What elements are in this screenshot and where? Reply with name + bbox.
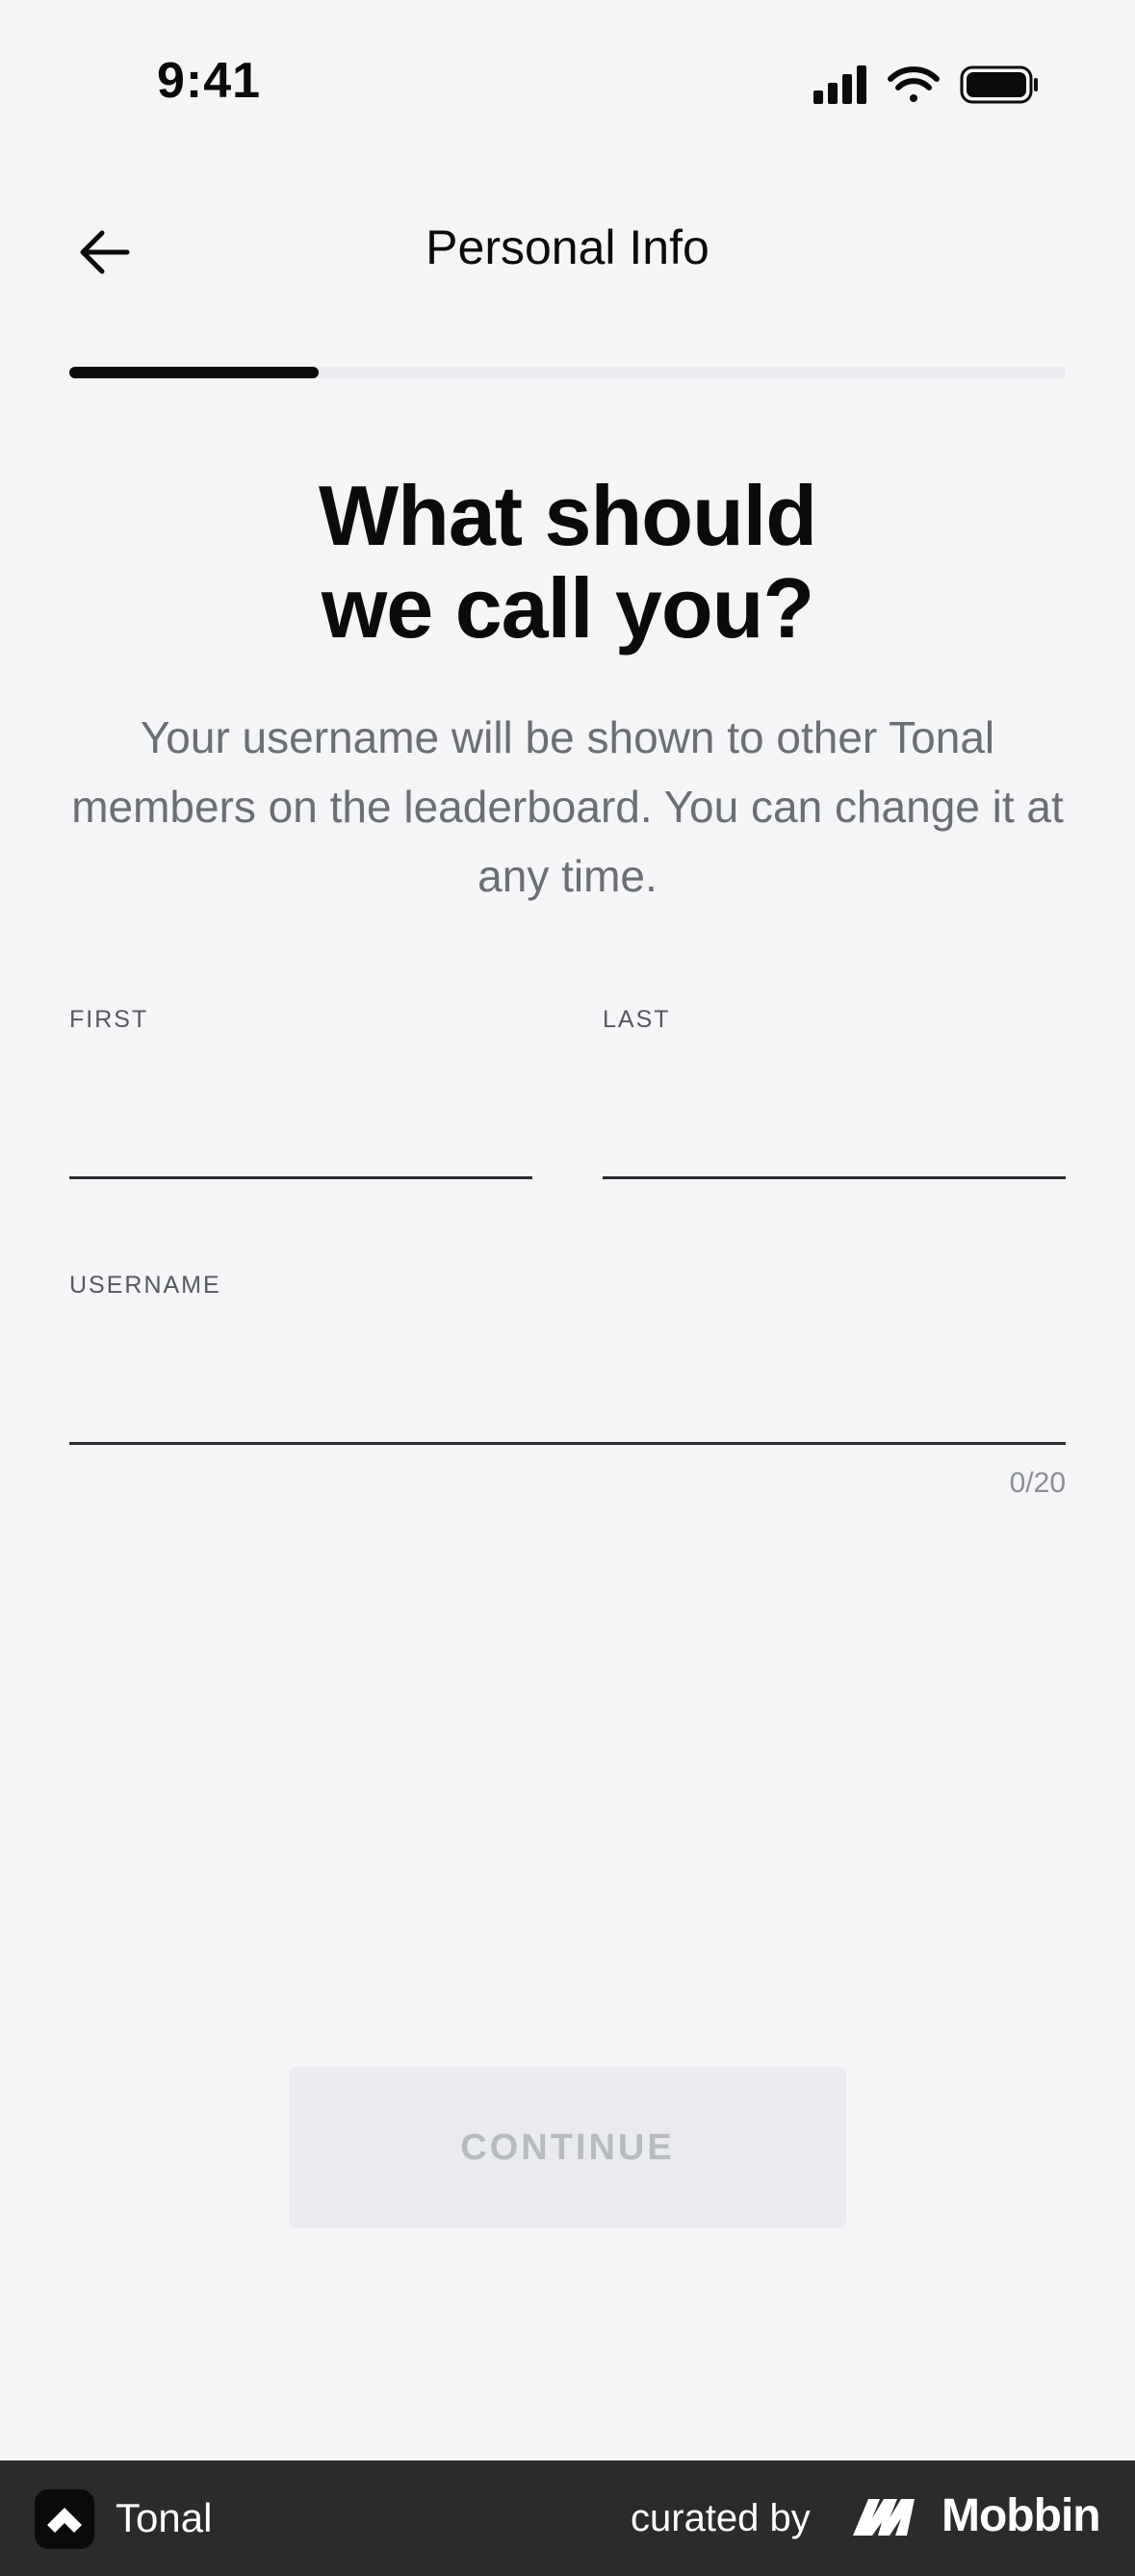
mobbin-brand-name: Mobbin xyxy=(942,2490,1101,2541)
first-name-input[interactable] xyxy=(69,1078,531,1165)
first-name-label: FIRST xyxy=(69,1006,149,1033)
last-name-input[interactable] xyxy=(603,1078,1065,1165)
status-time: 9:41 xyxy=(157,53,262,109)
app-name: Tonal xyxy=(116,2495,213,2540)
signal-icon xyxy=(813,65,866,104)
heading-line-1: What should xyxy=(319,468,817,563)
battery-icon xyxy=(960,65,1038,104)
continue-button[interactable]: CONTINUE xyxy=(289,2067,846,2228)
tonal-logo-icon xyxy=(35,2489,94,2549)
progress-fill xyxy=(69,367,319,378)
heading-line-2: we call you? xyxy=(321,560,814,656)
last-name-underline xyxy=(603,1176,1066,1179)
username-input[interactable] xyxy=(69,1344,1066,1430)
progress-bar xyxy=(69,367,1066,378)
wifi-icon xyxy=(888,66,940,102)
first-name-underline xyxy=(69,1176,532,1179)
mobbin-logo-icon xyxy=(853,2499,915,2536)
footer-bar: Tonal curated by Mobbin xyxy=(0,2460,1135,2576)
status-icons xyxy=(813,65,1038,104)
username-underline xyxy=(69,1442,1066,1445)
heading: What should we call you? xyxy=(0,470,1135,655)
page-title: Personal Info xyxy=(426,220,709,274)
username-label: USERNAME xyxy=(69,1272,221,1299)
curated-by-label: curated by xyxy=(631,2497,811,2539)
username-char-counter: 0/20 xyxy=(1009,1467,1066,1499)
last-name-label: LAST xyxy=(603,1006,671,1033)
description-text: Your username will be shown to other Ton… xyxy=(71,712,1064,901)
